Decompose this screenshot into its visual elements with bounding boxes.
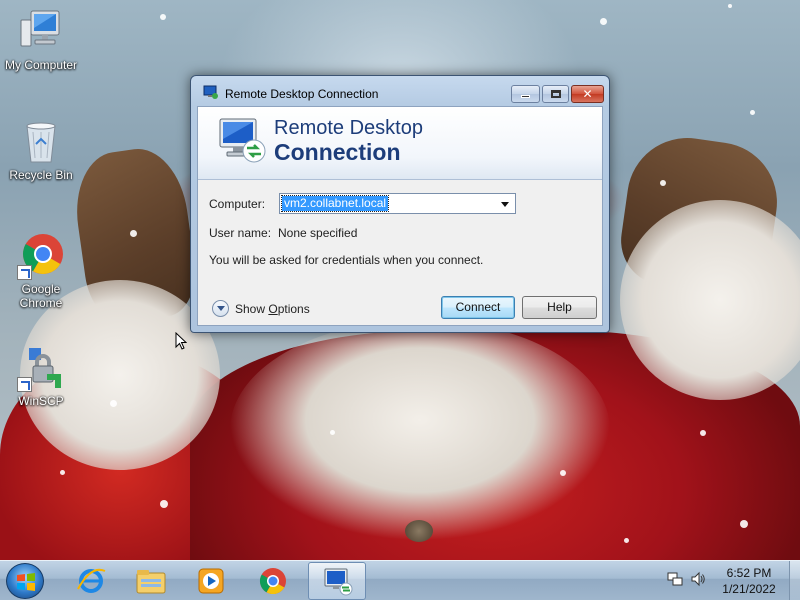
snowflake [728,4,732,8]
remote-desktop-icon [324,568,353,596]
desktop-icon-label: Recycle Bin [9,168,73,182]
username-label: User name: [209,226,272,240]
snowflake [600,18,607,25]
network-icon[interactable] [667,571,683,587]
snowflake [560,470,566,476]
show-options-mnemonic: O [268,302,278,316]
wallpaper-beard [230,320,610,540]
shortcut-arrow-icon [17,377,32,392]
snowflake [110,400,117,407]
computer-label: Computer: [209,197,266,211]
recycle-bin-icon [17,118,65,166]
computer-input-value[interactable]: vm2.collabnet.local [280,195,390,212]
snowflake [750,110,755,115]
snowflake [700,430,706,436]
chevron-down-icon[interactable] [501,202,509,207]
desktop-icon-winscp[interactable]: WinSCP [0,344,82,408]
maximize-icon [550,90,561,98]
banner: Remote Desktop Connection [198,107,602,180]
start-button[interactable] [6,563,44,599]
username-value: None specified [278,226,358,240]
desktop-icon-label: Chrome [19,296,63,310]
minimize-button[interactable] [511,85,540,103]
maximize-button[interactable] [542,85,569,103]
media-player-icon [198,568,224,594]
internet-explorer-icon [77,568,106,593]
snowflake [160,14,166,20]
taskbar-chrome[interactable] [244,562,302,600]
remote-desktop-logo-icon [219,118,266,163]
snowflake [624,538,629,543]
show-options-link[interactable]: Show Options [235,302,310,316]
volume-icon[interactable] [690,571,706,587]
chrome-icon [17,232,65,280]
taskbar-media-player[interactable] [182,562,240,600]
show-options-text: Show [235,302,269,316]
minimize-icon [521,94,530,98]
chrome-icon [259,568,286,595]
snowflake [330,430,335,435]
remote-desktop-icon [203,85,218,99]
winscp-icon [17,344,65,392]
snowflake [130,230,137,237]
windows-explorer-icon [136,570,166,594]
snowflake [160,500,168,508]
snowflake [740,520,748,528]
my-computer-icon [17,8,65,56]
desktop-icon-label: My Computer [4,58,78,72]
show-desktop-button[interactable] [789,561,800,600]
snowflake [60,470,65,475]
desktop-icon-label: WinSCP [18,394,64,408]
shortcut-arrow-icon [17,265,32,280]
computer-combobox[interactable]: vm2.collabnet.local [279,193,516,214]
window-title: Remote Desktop Connection [225,87,379,101]
desktop-icon-my-computer[interactable]: My Computer [0,8,82,72]
show-options-chevron-icon[interactable] [212,300,229,317]
help-button[interactable]: Help [522,296,597,319]
windows-logo-icon [17,573,35,591]
clock-date: 1/21/2022 [722,582,776,596]
close-icon: ✕ [582,87,593,101]
window-titlebar[interactable]: Remote Desktop Connection ✕ [197,76,604,106]
taskbar-internet-explorer[interactable] [62,562,120,600]
taskbar-windows-explorer[interactable] [122,562,180,600]
banner-title-line1: Remote Desktop [274,117,423,139]
banner-title-line2: Connection [274,139,401,165]
desktop-icon-google-chrome[interactable]: Google Chrome [0,232,82,310]
connect-button[interactable]: Connect [441,296,515,319]
snowflake [660,180,666,186]
taskbar-clock[interactable]: 6:52 PM 1/21/2022 [714,565,784,597]
remote-desktop-window: Remote Desktop Connection ✕ Remote Deskt… [190,75,610,333]
taskbar-remote-desktop[interactable] [308,562,366,600]
show-options-text: ptions [277,302,310,316]
desktop-icon-recycle-bin[interactable]: Recycle Bin [0,118,82,182]
wallpaper-coat-button [405,520,433,542]
desktop-icon-label: Google [21,282,61,296]
credentials-hint: You will be asked for credentials when y… [209,253,484,267]
mouse-pointer-icon [175,332,187,350]
window-client-area: Remote Desktop Connection Computer: vm2.… [197,106,603,326]
close-button[interactable]: ✕ [571,85,604,103]
clock-time: 6:52 PM [726,566,772,580]
